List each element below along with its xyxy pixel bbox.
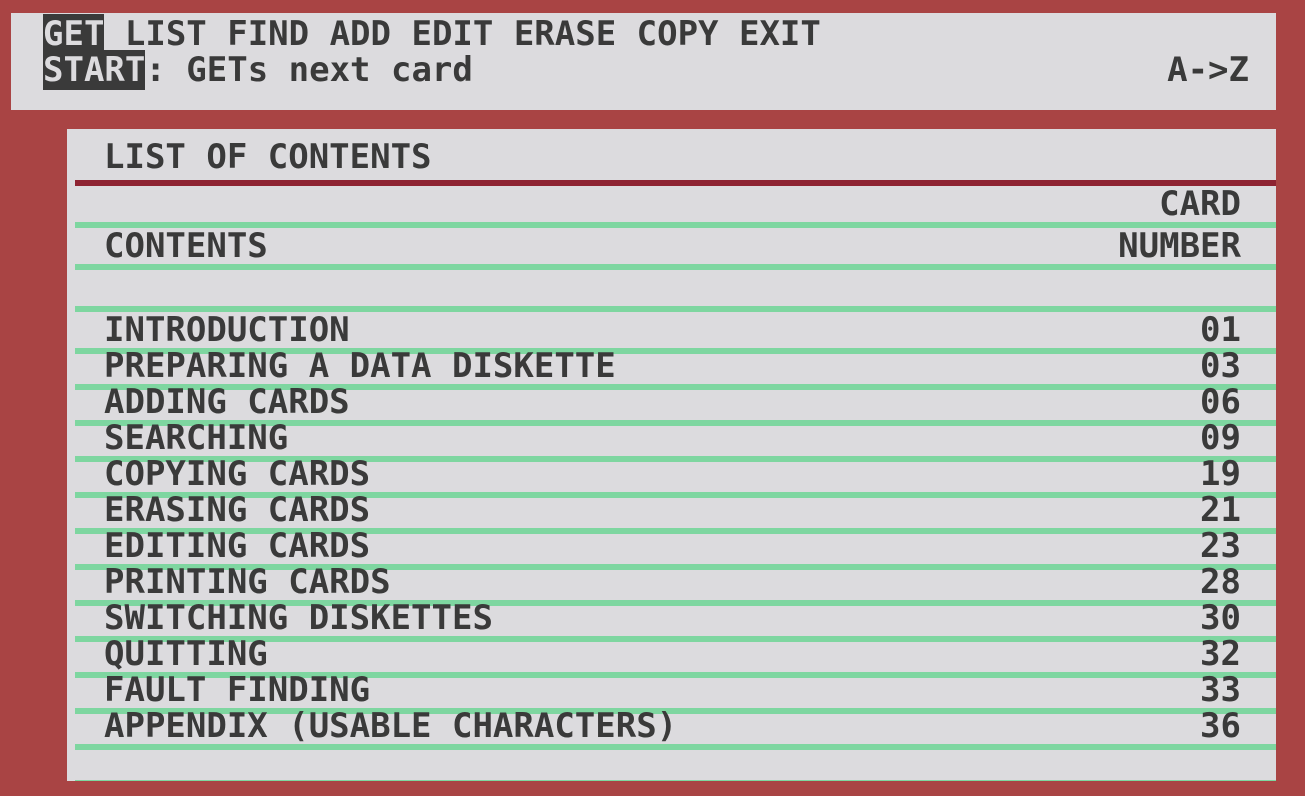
row-contents-name: INTRODUCTION (104, 310, 350, 350)
row-contents-name: SWITCHING DISKETTES (104, 598, 493, 638)
header-contents-label: CONTENTS (104, 226, 268, 266)
status-message: START: GETs next card (43, 50, 473, 90)
sort-order-indicator[interactable]: A->Z (1167, 53, 1249, 88)
row-card-number: 23 (1200, 526, 1241, 566)
row-card-number: 06 (1200, 382, 1241, 422)
table-row[interactable]: APPENDIX (USABLE CHARACTERS) 36 (67, 708, 1276, 744)
row-card-number: 28 (1200, 562, 1241, 602)
table-row[interactable] (67, 780, 1276, 781)
table-row[interactable]: SEARCHING 09 (67, 420, 1276, 456)
table-row[interactable]: ERASING CARDS 21 (67, 492, 1276, 528)
table-header-row-bottom: CONTENTS NUMBER (67, 228, 1276, 264)
table-row[interactable]: PRINTING CARDS 28 (67, 564, 1276, 600)
table-header-row-top: CARD (67, 186, 1276, 222)
table-row[interactable]: EDITING CARDS 23 (67, 528, 1276, 564)
row-card-number: 09 (1200, 418, 1241, 458)
row-contents-name: ERASING CARDS (104, 490, 371, 530)
terminal-screen: GET LIST FIND ADD EDIT ERASE COPY EXIT S… (0, 0, 1305, 796)
command-get-selected[interactable]: GET (43, 14, 105, 54)
table-row[interactable] (67, 744, 1276, 780)
row-card-number: 03 (1200, 346, 1241, 386)
row-contents-name: FAULT FINDING (104, 670, 371, 710)
row-contents-name: QUITTING (104, 634, 268, 674)
panel-title: LIST OF CONTENTS (104, 137, 432, 177)
table-row[interactable]: COPYING CARDS 19 (67, 456, 1276, 492)
status-row: START: GETs next card A->Z (11, 50, 1276, 90)
table-row[interactable]: FAULT FINDING 33 (67, 672, 1276, 708)
row-card-number: 36 (1200, 706, 1241, 746)
table-row[interactable]: ADDING CARDS 06 (67, 384, 1276, 420)
row-contents-name: PRINTING CARDS (104, 562, 391, 602)
status-description: : GETs next card (145, 50, 473, 90)
table-row[interactable]: INTRODUCTION 01 (67, 312, 1276, 348)
table-row[interactable]: QUITTING 32 (67, 636, 1276, 672)
row-card-number: 01 (1200, 310, 1241, 350)
header-card-label: CARD (1159, 184, 1241, 224)
row-contents-name: SEARCHING (104, 418, 289, 458)
row-card-number: 32 (1200, 634, 1241, 674)
command-menu-row: GET LIST FIND ADD EDIT ERASE COPY EXIT (11, 14, 1276, 54)
command-list: GET LIST FIND ADD EDIT ERASE COPY EXIT (43, 14, 821, 54)
table-row[interactable]: SWITCHING DISKETTES 30 (67, 600, 1276, 636)
spacer-row (67, 270, 1276, 306)
row-contents-name: COPYING CARDS (104, 454, 371, 494)
row-contents-name: APPENDIX (USABLE CHARACTERS) (104, 706, 678, 746)
contents-panel: LIST OF CONTENTS CARD CONTENTS NUMBER IN… (67, 129, 1276, 781)
row-contents-name: EDITING CARDS (104, 526, 371, 566)
command-list-rest[interactable]: LIST FIND ADD EDIT ERASE COPY EXIT (104, 14, 821, 54)
row-contents-name: ADDING CARDS (104, 382, 350, 422)
menu-bar: GET LIST FIND ADD EDIT ERASE COPY EXIT S… (11, 13, 1276, 110)
row-card-number: 19 (1200, 454, 1241, 494)
row-card-number: 33 (1200, 670, 1241, 710)
header-number-label: NUMBER (1118, 226, 1241, 266)
row-card-number: 30 (1200, 598, 1241, 638)
row-contents-name: PREPARING A DATA DISKETTE (104, 346, 616, 386)
table-row[interactable]: PREPARING A DATA DISKETTE 03 (67, 348, 1276, 384)
status-key-start[interactable]: START (43, 50, 146, 90)
row-card-number: 21 (1200, 490, 1241, 530)
